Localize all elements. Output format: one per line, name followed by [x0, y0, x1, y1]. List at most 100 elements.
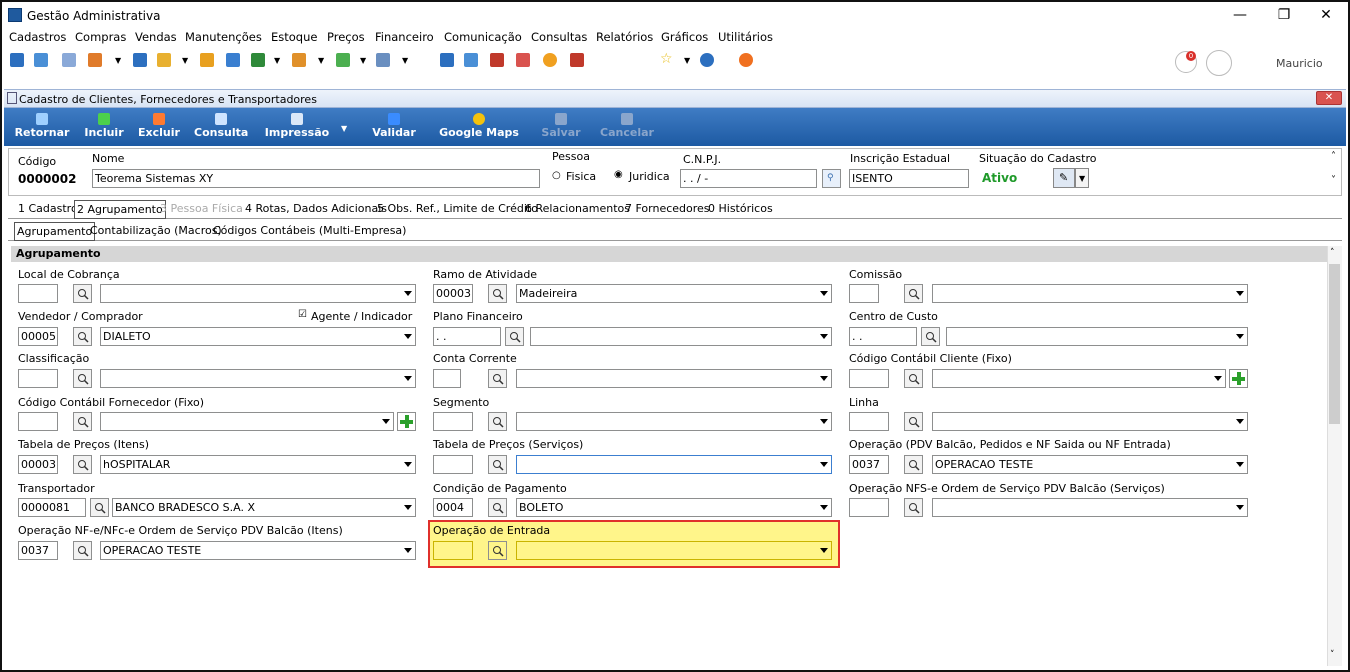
toolbar-person-icon[interactable] — [200, 53, 214, 67]
vendedor-search[interactable] — [73, 327, 92, 346]
linha-code[interactable] — [849, 412, 889, 431]
classificacao-code[interactable] — [18, 369, 58, 388]
operacao-nfe-code[interactable]: 0037 — [18, 541, 58, 560]
cod-contabil-cliente-select[interactable] — [932, 369, 1226, 388]
linha-select[interactable] — [932, 412, 1248, 431]
toolbar-package-icon[interactable] — [292, 53, 306, 67]
toolbar-calc-icon[interactable] — [440, 53, 454, 67]
tabela-precos-itens-code[interactable]: 00003 — [18, 455, 58, 474]
operacao-entrada-select[interactable] — [516, 541, 832, 560]
operacao-entrada-code[interactable] — [433, 541, 473, 560]
cod-contabil-fornecedor-select[interactable] — [100, 412, 394, 431]
subtab-agrupamento[interactable]: Agrupamento — [14, 222, 96, 241]
info-icon[interactable] — [700, 53, 714, 67]
plano-financeiro-select[interactable] — [530, 327, 832, 346]
menu-precos[interactable]: Preços — [327, 30, 365, 44]
toolbar-chart-icon[interactable] — [490, 53, 504, 67]
condicao-pagamento-code[interactable]: 0004 — [433, 498, 473, 517]
tab-historicos[interactable]: 0 Históricos — [708, 202, 773, 215]
tab-fornecedores[interactable]: 7 Fornecedores — [625, 202, 710, 215]
plano-financeiro-search[interactable] — [505, 327, 524, 346]
operacao-pdv-select[interactable]: OPERACAO TESTE — [932, 455, 1248, 474]
header-scroll-down-icon[interactable]: ˅ — [1331, 175, 1336, 186]
cnpj-input[interactable]: . . / - — [680, 169, 817, 188]
transportador-code[interactable]: 0000081 — [18, 498, 86, 517]
cod-contabil-fornecedor-code[interactable] — [18, 412, 58, 431]
operacao-nfse-select[interactable] — [932, 498, 1248, 517]
ramo-atividade-search[interactable] — [488, 284, 507, 303]
chevron-down-icon[interactable]: ▼ — [360, 56, 366, 65]
incluir-button[interactable]: Incluir — [82, 108, 126, 146]
situacao-dropdown[interactable]: ▼ — [1075, 168, 1089, 188]
operacao-pdv-search[interactable] — [904, 455, 923, 474]
tabela-precos-itens-search[interactable] — [73, 455, 92, 474]
chevron-down-icon[interactable]: ▼ — [318, 56, 324, 65]
impressao-button[interactable]: Impressão — [262, 108, 332, 146]
radio-fisica[interactable]: ○ — [552, 170, 561, 181]
menu-compras[interactable]: Compras — [75, 30, 126, 44]
retornar-button[interactable]: Retornar — [12, 108, 72, 146]
salvar-button[interactable]: Salvar — [538, 108, 584, 146]
excluir-button[interactable]: Excluir — [136, 108, 182, 146]
linha-search[interactable] — [904, 412, 923, 431]
local-cobranca-code[interactable] — [18, 284, 58, 303]
local-cobranca-select[interactable] — [100, 284, 416, 303]
avatar[interactable] — [1206, 50, 1232, 76]
menu-graficos[interactable]: Gráficos — [661, 30, 708, 44]
vendedor-select[interactable]: DIALETO — [100, 327, 416, 346]
toolbar-dollar-icon[interactable] — [570, 53, 584, 67]
tab-obs-ref[interactable]: 5 Obs. Ref., Limite de Crédito — [377, 202, 538, 215]
classificacao-select[interactable] — [100, 369, 416, 388]
menu-cadastros[interactable]: Cadastros — [9, 30, 66, 44]
chevron-down-icon[interactable]: ▼ — [115, 56, 121, 65]
impressao-dropdown-icon[interactable]: ▼ — [341, 124, 347, 133]
toolbar-print-icon[interactable] — [376, 53, 390, 67]
segmento-search[interactable] — [488, 412, 507, 431]
menu-estoque[interactable]: Estoque — [271, 30, 317, 44]
comissao-code[interactable] — [849, 284, 879, 303]
operacao-entrada-search[interactable] — [488, 541, 507, 560]
google-maps-button[interactable]: Google Maps — [438, 108, 520, 146]
toolbar-doc-icon[interactable] — [133, 53, 147, 67]
smile-icon[interactable] — [739, 53, 753, 67]
comissao-search[interactable] — [904, 284, 923, 303]
operacao-nfe-search[interactable] — [73, 541, 92, 560]
menu-consultas[interactable]: Consultas — [531, 30, 587, 44]
validar-button[interactable]: Validar — [370, 108, 418, 146]
toolbar-cart-icon[interactable] — [251, 53, 265, 67]
toolbar-calendar-icon[interactable] — [464, 53, 478, 67]
tab-rotas[interactable]: 4 Rotas, Dados Adicionais — [245, 202, 387, 215]
ie-input[interactable]: ISENTO — [849, 169, 969, 188]
add-cod-contabil-cliente-button[interactable] — [1229, 369, 1248, 388]
minimize-button[interactable]: — — [1220, 4, 1260, 26]
subtab-codigos-contabeis[interactable]: Códigos Contábeis (Multi-Empresa) — [213, 224, 406, 237]
tab-agrupamento[interactable]: 2 Agrupamento — [74, 200, 166, 219]
toolbar-users-icon[interactable] — [34, 53, 48, 67]
menu-relatorios[interactable]: Relatórios — [596, 30, 653, 44]
conta-corrente-search[interactable] — [488, 369, 507, 388]
toolbar-clock-icon[interactable] — [543, 53, 557, 67]
tabela-precos-servicos-search[interactable] — [488, 455, 507, 474]
chevron-down-icon[interactable]: ▼ — [182, 56, 188, 65]
ramo-atividade-code[interactable]: 00003 — [433, 284, 473, 303]
subtab-contabilizacao[interactable]: Contabilização (Macros) — [90, 224, 222, 237]
toolbar-building-icon[interactable] — [226, 53, 240, 67]
toolbar-list-icon[interactable] — [88, 53, 102, 67]
close-window-button[interactable]: ✕ — [1306, 4, 1346, 26]
favorites-star-icon[interactable]: ☆ — [660, 51, 673, 67]
centro-custo-search[interactable] — [921, 327, 940, 346]
agente-checkbox[interactable]: ☑ — [298, 309, 307, 320]
cancelar-button[interactable]: Cancelar — [598, 108, 656, 146]
toolbar-card-icon[interactable] — [62, 53, 76, 67]
nome-input[interactable]: Teorema Sistemas XY — [92, 169, 540, 188]
transportador-search[interactable] — [90, 498, 109, 517]
chevron-down-icon[interactable]: ▼ — [402, 56, 408, 65]
tab-relacionamentos[interactable]: 6 Relacionamentos — [525, 202, 630, 215]
cnpj-lookup-button[interactable]: ⚲ — [822, 169, 841, 188]
conta-corrente-select[interactable] — [516, 369, 832, 388]
classificacao-search[interactable] — [73, 369, 92, 388]
menu-manutencoes[interactable]: Manutenções — [185, 30, 262, 44]
cod-contabil-cliente-search[interactable] — [904, 369, 923, 388]
ramo-atividade-select[interactable]: Madeireira — [516, 284, 832, 303]
operacao-nfe-select[interactable]: OPERACAO TESTE — [100, 541, 416, 560]
